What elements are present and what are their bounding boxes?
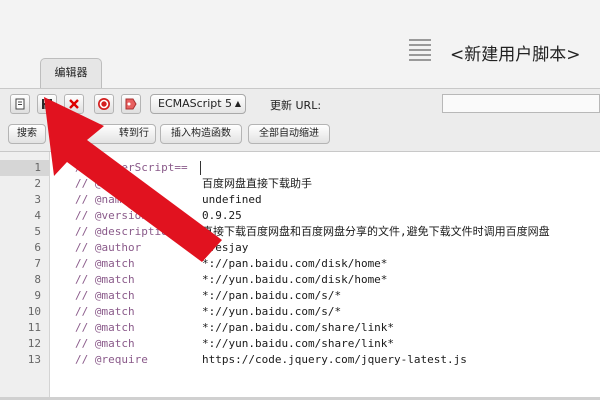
code-value: ivesjay [202,241,249,254]
code-line[interactable]: 4 // @version 0.9.25 [0,208,600,224]
code-comment: // @name [75,177,128,190]
code-value: 直接下载百度网盘和百度网盘分享的文件,避免下载文件时调用百度网盘 [202,225,550,238]
code-comment: // @match [75,289,135,302]
code-line[interactable]: 12 // @match *://yun.baidu.com/share/link* [0,336,600,352]
update-url-input[interactable] [442,94,600,113]
code-value: https://code.jquery.com/jquery-latest.js [202,353,467,366]
code-value: *://pan.baidu.com/share/link* [202,321,395,334]
code-value: 0.9.25 [202,209,242,222]
insert-constructor-button[interactable]: 插入构造函数 [160,124,242,144]
code-comment: // @version [75,209,148,222]
code-comment: // @namespace [75,193,162,206]
code-comment: // @author [75,241,142,254]
chevron-updown-icon: ▲ [234,99,241,108]
code-editor[interactable]: 1 // ==UserScript== 2 // @name 百度网盘直接下载助手 3 //… [0,152,600,400]
code-value: *://pan.baidu.com/disk/home* [202,257,388,270]
code-line[interactable]: 13 // @require https://code.jquery.com/jqu… [0,352,600,368]
code-line[interactable]: 6 // @author ivesjay [0,240,600,256]
code-comment: // @match [75,257,135,270]
code-comment: // ==UserScript== [75,161,188,174]
code-value: *://yun.baidu.com/s/* [202,305,342,318]
auto-indent-button[interactable]: 全部自动缩进 [248,124,330,144]
code-value: *://pan.baidu.com/s/* [202,289,342,302]
line-number: 2 [34,177,41,190]
code-line[interactable]: 8 // @match *://yun.baidu.com/disk/home* [0,272,600,288]
save-icon[interactable] [37,94,57,114]
code-value: *://yun.baidu.com/share/link* [202,337,395,350]
code-comment: // @match [75,273,135,286]
line-number: 4 [34,209,41,222]
line-number: 6 [34,241,41,254]
stop-icon[interactable] [94,94,114,114]
page-icon[interactable] [10,94,30,114]
language-select[interactable]: ECMAScript 5 ▲ [150,94,246,114]
code-line[interactable]: 10 // @match *://yun.baidu.com/s/* [0,304,600,320]
update-url-label: 更新 URL: [270,99,322,112]
top-header: <新建用户脚本> 编辑器 [0,0,600,88]
goto-line-button[interactable]: 转到行 [50,124,156,144]
line-number: 13 [27,353,41,366]
code-line[interactable]: 3 // @namespace undefined [0,192,600,208]
code-value: 百度网盘直接下载助手 [202,177,312,190]
line-number: 7 [34,257,41,270]
code-line[interactable]: 9 // @match *://pan.baidu.com/s/* [0,288,600,304]
line-number: 8 [34,273,41,286]
tag-icon[interactable] [121,94,141,114]
code-comment: // @match [75,321,135,334]
line-number: 9 [34,289,41,302]
line-number: 12 [27,337,41,350]
code-comment: // @match [75,305,135,318]
editor-toolbar: ECMAScript 5 ▲ 更新 URL: 搜索 转到行 插入构造函数 全部自… [0,88,600,152]
code-line[interactable]: 2 // @name 百度网盘直接下载助手 [0,176,600,192]
code-line[interactable]: 7 // @match *://pan.baidu.com/disk/home* [0,256,600,272]
page-title: <新建用户脚本> [450,45,581,65]
code-comment: // @description [75,225,175,238]
line-number: 10 [27,305,41,318]
code-line[interactable]: 1 // ==UserScript== [0,160,600,176]
line-number: 3 [34,193,41,206]
text-caret [200,161,201,175]
line-number: 1 [0,160,50,176]
search-button[interactable]: 搜索 [8,124,46,144]
code-value: *://yun.baidu.com/disk/home* [202,273,388,286]
language-value: ECMAScript 5 [158,97,233,110]
code-line[interactable]: 5 // @description 直接下载百度网盘和百度网盘分享的文件,避免下载文… [0,224,600,240]
line-number: 11 [27,321,41,334]
code-value: undefined [202,193,262,206]
code-comment: // @require [75,353,148,366]
code-line[interactable]: 11 // @match *://pan.baidu.com/share/link* [0,320,600,336]
delete-icon[interactable] [64,94,84,114]
script-document-icon [407,36,433,66]
code-comment: // @match [75,337,135,350]
tab-editor[interactable]: 编辑器 [40,58,102,88]
line-number: 5 [34,225,41,238]
